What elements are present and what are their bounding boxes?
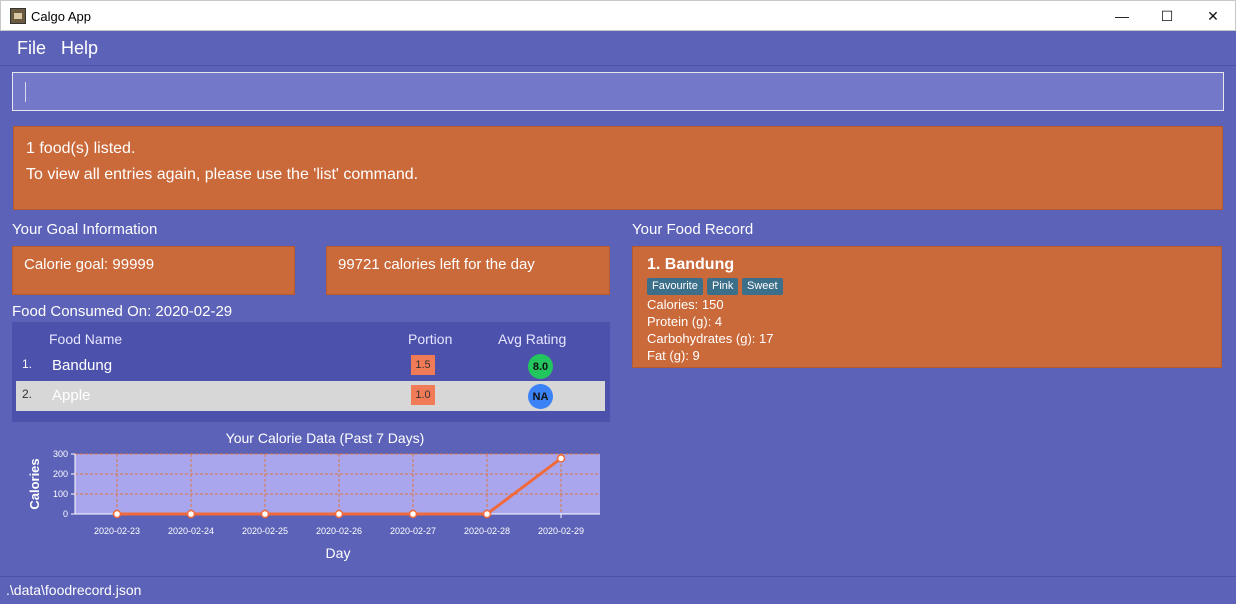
plot-area xyxy=(75,454,600,514)
data-point xyxy=(408,509,418,519)
data-point xyxy=(556,454,566,463)
record-section-title: Your Food Record xyxy=(632,221,754,238)
data-point xyxy=(112,509,122,519)
row-index: 1. xyxy=(22,357,33,371)
col-header-food-name: Food Name xyxy=(49,331,123,347)
food-fat: Fat (g): 9 xyxy=(647,348,700,363)
calorie-chart: 0 100 200 300 2020-02-23 2020-02-24 2020-02-25… xyxy=(12,426,610,566)
portion-badge: 1.5 xyxy=(411,355,435,375)
minimize-button[interactable]: — xyxy=(1099,1,1145,31)
data-point xyxy=(482,509,492,519)
app-icon xyxy=(10,8,26,24)
title-bar: Calgo App — ☐ ✕ xyxy=(0,0,1236,31)
close-button[interactable]: ✕ xyxy=(1190,1,1236,31)
consumed-section-title: Food Consumed On: 2020-02-29 xyxy=(12,303,233,320)
x-tick-label: 2020-02-24 xyxy=(168,526,214,536)
calorie-chart-svg: 0 100 200 300 2020-02-23 2020-02-24 2020-02-25… xyxy=(27,430,600,561)
row-food-name: Bandung xyxy=(52,357,113,374)
y-tick-label: 200 xyxy=(53,469,68,479)
food-carbs: Carbohydrates (g): 17 xyxy=(647,331,774,346)
y-axis-label: Calories xyxy=(27,458,42,509)
data-point xyxy=(186,509,196,519)
save-path: .\data\foodrecord.json xyxy=(6,582,142,598)
col-header-portion: Portion xyxy=(408,331,453,347)
command-input[interactable] xyxy=(12,72,1224,111)
portion-badge: 1.0 xyxy=(411,385,435,405)
result-display: 1 food(s) listed. To view all entries ag… xyxy=(13,126,1223,210)
result-line-2: To view all entries again, please use th… xyxy=(26,166,419,183)
text-caret xyxy=(25,82,26,102)
menu-file[interactable]: File xyxy=(17,38,46,59)
row-index: 2. xyxy=(22,387,33,401)
y-tick-label: 0 xyxy=(63,509,68,519)
chart-title: Your Calorie Data (Past 7 Days) xyxy=(226,430,425,446)
maximize-button[interactable]: ☐ xyxy=(1144,1,1190,31)
y-tick-label: 300 xyxy=(53,449,68,459)
x-tick-label: 2020-02-27 xyxy=(390,526,436,536)
y-tick-label: 100 xyxy=(53,489,68,499)
x-tick-label: 2020-02-29 xyxy=(538,526,584,536)
tag-sweet: Sweet xyxy=(742,278,783,295)
table-row[interactable]: 1. Bandung 1.5 8.0 xyxy=(16,351,605,381)
calories-left-card: 99721 calories left for the day xyxy=(326,246,610,295)
row-food-name: Apple xyxy=(52,387,91,404)
rating-badge: 8.0 xyxy=(528,354,553,379)
x-tick-label: 2020-02-23 xyxy=(94,526,140,536)
x-axis-label: Day xyxy=(326,545,351,561)
tag-favourite: Favourite xyxy=(647,278,703,295)
result-line-1: 1 food(s) listed. xyxy=(26,140,136,157)
food-calories: Calories: 150 xyxy=(647,297,724,312)
calorie-goal-card: Calorie goal: 99999 xyxy=(12,246,295,295)
table-row[interactable]: 2. Apple 1.0 NA xyxy=(16,381,605,411)
goal-section-title: Your Goal Information xyxy=(12,221,158,238)
window-title: Calgo App xyxy=(31,9,91,24)
consumed-table: Food Name Portion Avg Rating 1. Bandung … xyxy=(12,322,610,422)
food-record-card[interactable]: 1. Bandung Favourite Pink Sweet Calories… xyxy=(632,246,1222,368)
x-tick-label: 2020-02-25 xyxy=(242,526,288,536)
food-protein: Protein (g): 4 xyxy=(647,314,723,329)
status-bar: .\data\foodrecord.json xyxy=(0,576,1236,604)
x-tick-label: 2020-02-26 xyxy=(316,526,362,536)
food-record-name: 1. Bandung xyxy=(647,256,735,273)
x-tick-label: 2020-02-28 xyxy=(464,526,510,536)
data-point xyxy=(260,509,270,519)
menu-bar: File Help xyxy=(0,31,1236,66)
menu-help[interactable]: Help xyxy=(61,38,98,59)
col-header-avg-rating: Avg Rating xyxy=(498,331,567,347)
data-point xyxy=(334,509,344,519)
rating-badge: NA xyxy=(528,384,553,409)
tag-pink: Pink xyxy=(707,278,739,295)
